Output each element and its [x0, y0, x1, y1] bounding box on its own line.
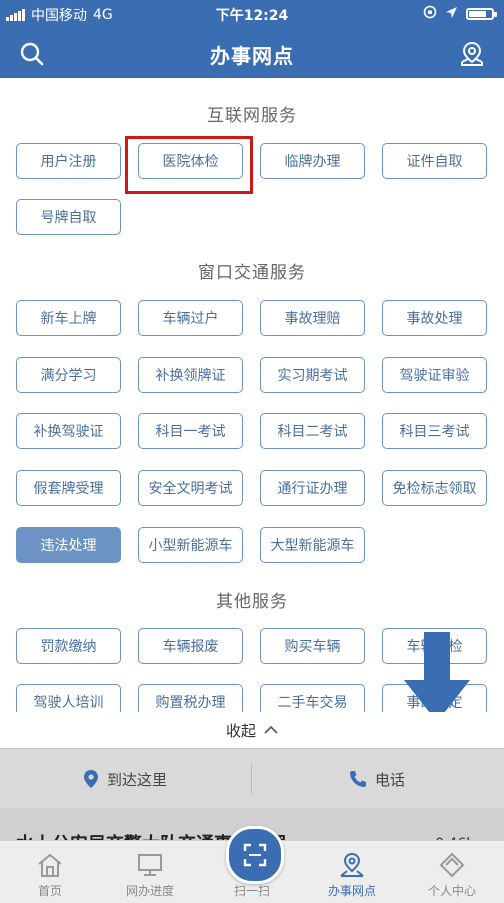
tab-home-label: 首页: [37, 884, 62, 898]
service-large-new-energy[interactable]: 大型新能源车: [260, 527, 365, 563]
tab-home[interactable]: 首页: [0, 841, 100, 903]
action-bar: 到达这里 电话: [0, 748, 504, 809]
phone-icon: [349, 771, 366, 787]
service-exempt-sticker[interactable]: 免检标志领取: [382, 470, 487, 506]
scan-icon: [243, 843, 267, 867]
service-buy-vehicle[interactable]: 购买车辆: [260, 628, 365, 664]
home-icon: [38, 853, 62, 877]
navigation-bar: 办事网点: [0, 28, 504, 78]
page-title: 办事网点: [210, 44, 294, 68]
navigate-button[interactable]: 到达这里: [0, 749, 250, 809]
service-replace-plate[interactable]: 补换领牌证: [138, 357, 243, 393]
call-button[interactable]: 电话: [252, 749, 502, 809]
service-accident-handling[interactable]: 事故处理: [382, 300, 487, 336]
service-subject-three-exam[interactable]: 科目三考试: [382, 413, 487, 449]
tab-progress[interactable]: 网办进度: [100, 841, 200, 903]
diamond-icon: [439, 852, 465, 878]
location-pin-icon: [83, 770, 98, 788]
service-safety-exam[interactable]: 安全文明考试: [138, 470, 243, 506]
service-full-score-study[interactable]: 满分学习: [16, 357, 121, 393]
collapse-label: 收起: [225, 721, 256, 740]
service-pass-permit[interactable]: 通行证办理: [260, 470, 365, 506]
status-bar: 中国移动 4G 下午12:24: [0, 0, 504, 28]
tab-service-points-label: 办事网点: [327, 884, 376, 898]
service-vehicle-scrap[interactable]: 车辆报废: [138, 628, 243, 664]
service-document-pickup[interactable]: 证件自取: [382, 143, 487, 179]
orientation-lock-icon: [423, 5, 437, 23]
monitor-icon: [138, 854, 162, 876]
chevron-up-icon: [264, 725, 278, 734]
service-violation-handling[interactable]: 违法处理: [16, 527, 121, 563]
tab-service-points[interactable]: 办事网点: [302, 841, 402, 903]
section-title-window: 窗口交通服务: [198, 263, 306, 283]
service-small-new-energy[interactable]: 小型新能源车: [138, 527, 243, 563]
service-license-review[interactable]: 驾驶证审验: [382, 357, 487, 393]
service-user-register[interactable]: 用户注册: [16, 143, 121, 179]
service-new-car-plate[interactable]: 新车上牌: [16, 300, 121, 336]
service-replace-license[interactable]: 补换驾驶证: [16, 413, 121, 449]
service-subject-two-exam[interactable]: 科目二考试: [260, 413, 365, 449]
tab-profile-label: 个人中心: [427, 884, 476, 898]
battery-icon: [466, 8, 497, 20]
section-title-internet: 互联网服务: [207, 106, 297, 126]
service-vehicle-transfer[interactable]: 车辆过户: [138, 300, 243, 336]
tab-profile[interactable]: 个人中心: [402, 841, 502, 903]
section-title-other: 其他服务: [216, 592, 288, 612]
tab-scan-label: 扫一扫: [233, 884, 270, 898]
map-location-icon[interactable]: [456, 38, 488, 70]
service-accident-claim[interactable]: 事故理赔: [260, 300, 365, 336]
navigate-label: 到达这里: [106, 770, 167, 789]
tab-progress-label: 网办进度: [125, 884, 174, 898]
service-plate-pickup[interactable]: 号牌自取: [16, 199, 121, 235]
service-fine-payment[interactable]: 罚款缴纳: [16, 628, 121, 664]
scan-button[interactable]: [226, 826, 284, 884]
location-arrow-icon: [445, 6, 458, 23]
service-fake-plate[interactable]: 假套牌受理: [16, 470, 121, 506]
service-subject-one-exam[interactable]: 科目一考试: [138, 413, 243, 449]
collapse-button[interactable]: 收起: [0, 712, 504, 748]
down-arrow-icon: [404, 632, 470, 722]
map-pin-icon: [340, 852, 364, 877]
highlight-box: [125, 136, 253, 194]
call-label: 电话: [374, 770, 405, 789]
service-probation-exam[interactable]: 实习期考试: [260, 357, 365, 393]
service-temp-plate[interactable]: 临牌办理: [260, 143, 365, 179]
